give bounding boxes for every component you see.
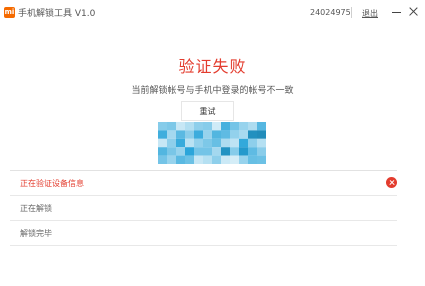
qr-cell	[203, 147, 212, 156]
qr-cell	[176, 155, 185, 164]
qr-cell	[158, 138, 167, 148]
step-label: 正在验证设备信息	[20, 179, 84, 188]
qr-cell	[185, 138, 194, 148]
qr-cell	[203, 122, 212, 131]
qr-cell	[239, 147, 248, 156]
qr-cell	[176, 130, 185, 139]
qr-cell	[194, 122, 203, 131]
qr-cell	[176, 147, 185, 156]
app-title: 手机解锁工具 V1.0	[18, 9, 96, 19]
qr-cell	[167, 155, 176, 164]
qr-cell	[194, 147, 203, 156]
qr-cell	[194, 130, 203, 139]
qr-cell	[158, 130, 167, 139]
divider	[10, 245, 397, 246]
qr-cell	[185, 155, 194, 164]
qr-cell	[221, 138, 230, 148]
qr-cell	[212, 147, 221, 156]
result-title: 验证失败	[178, 57, 247, 76]
qr-cell	[158, 122, 167, 131]
qr-cell	[167, 122, 176, 131]
qr-cell	[248, 138, 257, 148]
qr-cell	[203, 130, 212, 139]
qr-cell	[230, 122, 239, 131]
account-id: 24024975	[310, 8, 351, 17]
qr-cell	[221, 155, 230, 164]
qr-cell	[185, 130, 194, 139]
qr-cell	[239, 130, 248, 139]
qr-cell	[239, 138, 248, 148]
minimize-icon[interactable]	[388, 3, 406, 21]
qr-cell	[212, 122, 221, 131]
qr-cell	[230, 155, 239, 164]
divider	[351, 7, 352, 18]
qr-cell	[185, 147, 194, 156]
step-unlocking: 正在解锁	[10, 195, 397, 220]
qr-cell	[221, 130, 230, 139]
qr-cell	[248, 130, 257, 139]
qr-cell	[239, 155, 248, 164]
qr-cell	[230, 130, 239, 139]
qr-cell	[194, 155, 203, 164]
qr-cell	[239, 122, 248, 131]
qr-cell	[158, 155, 167, 164]
result-description: 当前解锁帐号与手机中登录的帐号不一致	[131, 86, 294, 96]
step-label: 解锁完毕	[20, 229, 52, 238]
qr-cell	[167, 138, 176, 148]
qr-cell	[230, 147, 239, 156]
error-icon	[386, 177, 397, 188]
logout-link[interactable]: 退出	[362, 8, 378, 19]
qr-cell	[176, 122, 185, 131]
qr-cell	[212, 130, 221, 139]
close-icon[interactable]	[405, 3, 423, 21]
qr-cell	[203, 138, 212, 148]
title-bar: mi 手机解锁工具 V1.0 24024975 退出	[0, 0, 425, 26]
qr-cell	[203, 155, 212, 164]
step-unlock-complete: 解锁完毕	[10, 220, 397, 245]
qr-cell	[212, 138, 221, 148]
qr-cell	[167, 147, 176, 156]
qr-cell	[212, 155, 221, 164]
step-verify-device: 正在验证设备信息	[10, 170, 397, 195]
qr-cell	[158, 147, 167, 156]
qr-cell	[221, 122, 230, 131]
qr-cell	[185, 122, 194, 131]
qr-cell	[257, 155, 266, 164]
qr-cell	[257, 147, 266, 156]
qr-cell	[257, 138, 266, 148]
qr-cell	[257, 122, 266, 131]
qr-cell	[167, 130, 176, 139]
qr-cell	[257, 130, 266, 139]
qr-cell	[248, 155, 257, 164]
blurred-qr-code	[158, 122, 266, 164]
qr-cell	[176, 138, 185, 148]
retry-button[interactable]: 重试	[181, 101, 234, 121]
qr-cell	[248, 147, 257, 156]
qr-cell	[221, 147, 230, 156]
step-label: 正在解锁	[20, 204, 52, 213]
qr-cell	[194, 138, 203, 148]
qr-cell	[230, 138, 239, 148]
qr-cell	[248, 122, 257, 131]
mi-logo-icon: mi	[4, 7, 15, 18]
